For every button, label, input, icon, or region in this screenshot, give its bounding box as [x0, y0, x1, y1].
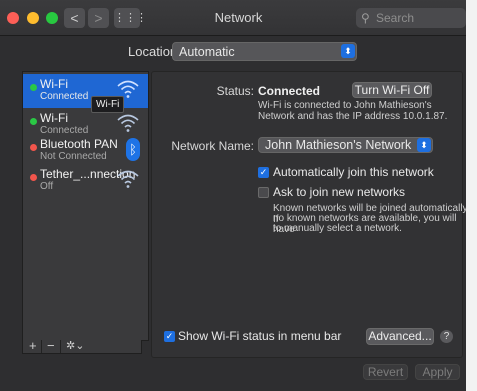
service-name: Wi-Fi [40, 111, 68, 125]
network-name-popup[interactable]: John Mathieson's Network ⬍ [258, 137, 433, 153]
apply-button[interactable]: Apply [415, 364, 460, 380]
search-field[interactable]: ⚲ Search [356, 8, 466, 28]
service-name: Wi-Fi [40, 77, 68, 91]
service-status: Off [40, 181, 54, 192]
ask-to-join-label: Ask to join new networks [273, 185, 406, 199]
service-status: Connected [40, 91, 89, 102]
status-label: Status: [216, 84, 254, 98]
service-list-toolbar: + − ✲⌄ [22, 339, 142, 354]
status-dot-green [30, 118, 37, 125]
status-dot-red [30, 174, 37, 181]
service-status: Not Connected [40, 151, 107, 162]
network-name-value: John Mathieson's Network [265, 138, 412, 152]
location-popup[interactable]: Automatic ⬍ [172, 42, 357, 61]
advanced-button[interactable]: Advanced... [366, 328, 434, 345]
chevron-updown-icon: ⬍ [341, 44, 355, 58]
status-description-line: Wi-Fi is connected to John Mathieson's [258, 100, 432, 111]
status-dot-green [30, 84, 37, 91]
auto-join-label: Automatically join this network [273, 165, 434, 179]
turn-wifi-off-button[interactable]: Turn Wi-Fi Off [352, 82, 432, 98]
status-dot-red [30, 144, 37, 151]
ask-join-description-line: to manually select a network. [273, 223, 402, 234]
background-edge [466, 0, 477, 391]
show-wifi-status-checkbox[interactable]: ✓ [164, 331, 175, 342]
ask-to-join-checkbox[interactable] [258, 187, 269, 198]
help-button[interactable]: ? [440, 330, 453, 343]
network-preferences-window: < > ⋮⋮⋮ Network ⚲ Search Location: Autom… [0, 0, 477, 391]
service-item-tether[interactable]: Tether_...nnection Off [23, 164, 148, 198]
status-value: Connected [258, 84, 321, 98]
service-item-bluetooth-pan[interactable]: Bluetooth PAN Not Connected ᛒ [23, 134, 148, 168]
auto-join-checkbox[interactable]: ✓ [258, 167, 269, 178]
revert-button[interactable]: Revert [363, 364, 408, 380]
title-bar: < > ⋮⋮⋮ Network ⚲ Search [0, 0, 477, 36]
chevron-updown-icon: ⬍ [417, 138, 431, 152]
remove-service-button[interactable]: − [47, 339, 55, 352]
wifi-icon [117, 170, 139, 188]
location-value: Automatic [179, 45, 235, 59]
service-item-wifi[interactable]: Wi-Fi Connected [23, 74, 148, 108]
wifi-icon [117, 114, 139, 132]
search-icon: ⚲ [361, 11, 370, 25]
tooltip: Wi-Fi [91, 96, 125, 113]
show-wifi-status-label: Show Wi-Fi status in menu bar [178, 329, 342, 343]
search-placeholder: Search [376, 11, 415, 25]
bluetooth-icon: ᛒ [126, 138, 140, 161]
service-name: Bluetooth PAN [40, 137, 118, 151]
service-list: Wi-Fi Connected Wi-Fi Connected Bluetoot… [22, 71, 149, 341]
add-service-button[interactable]: + [29, 339, 37, 352]
action-menu-button[interactable]: ✲⌄ [66, 340, 84, 352]
network-name-label: Network Name: [171, 139, 254, 153]
status-description-line: Network and has the IP address 10.0.1.87… [258, 111, 448, 122]
